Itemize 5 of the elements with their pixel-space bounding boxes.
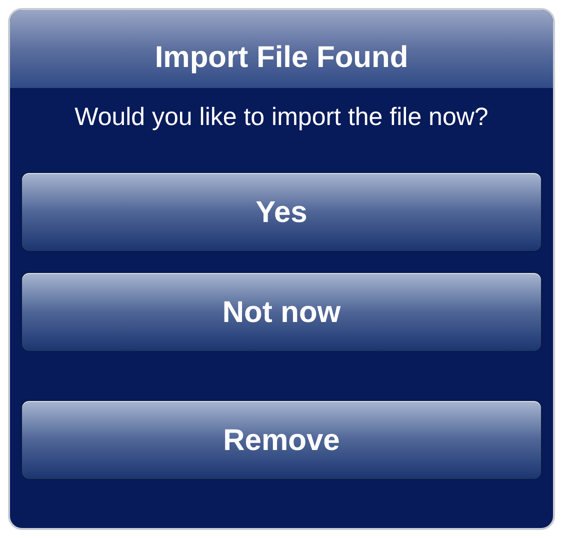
alert-button[interactable]: Not now [21,272,542,352]
alert-message: Would you like to import the file now? [74,102,490,133]
alert-title: Import File Found [154,40,408,76]
alert-button[interactable]: Yes [21,172,542,252]
alert-button[interactable]: Remove [21,400,542,480]
